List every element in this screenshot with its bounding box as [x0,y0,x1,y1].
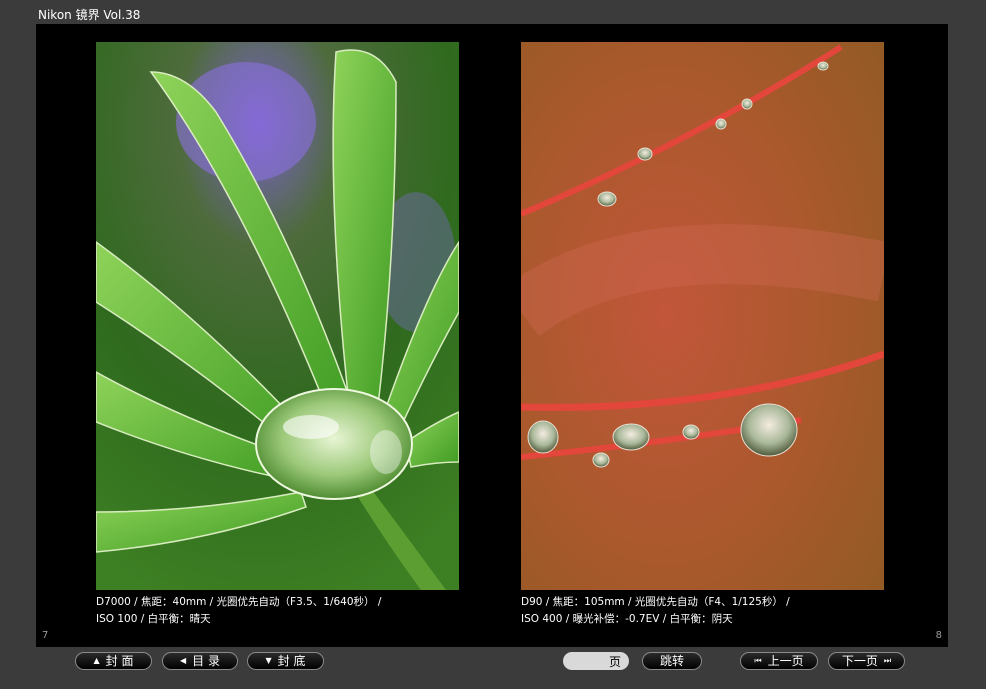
table-of-contents-button[interactable]: ◀ 目 录 [162,652,238,670]
next-page-label: 下一页 [841,654,878,668]
toc-button-label: 目 录 [192,654,220,668]
page-input-suffix: 页 [608,654,621,669]
triangle-down-icon: ▼ [265,656,272,665]
photo-leaf-waterdrop [96,42,459,590]
previous-page-button[interactable]: ⏮ 上一页 [740,652,818,670]
triangle-left-icon: ◀ [180,656,187,665]
goto-button-label: 跳转 [659,654,684,668]
triangle-up-icon: ▲ [93,656,100,665]
magazine-viewer: D7000 / 焦距：40mm / 光圈优先自动（F3.5、1/640秒） / … [36,24,948,647]
back-cover-button-label: 封 底 [277,654,306,668]
window-title: Nikon 镜界 Vol.38 [38,8,141,22]
cover-button-label: 封 面 [105,654,134,668]
back-cover-button[interactable]: ▼ 封 底 [247,652,324,670]
caption-right-line2: ISO 400 / 曝光补偿：-0.7EV / 白平衡：阴天 [521,613,733,625]
photo-red-stems-droplets [521,42,884,590]
navigation-toolbar: ▲ 封 面 ◀ 目 录 ▼ 封 底 页 跳转 ⏮ 上一页 下一页 ⏭ [0,650,986,674]
next-page-button[interactable]: 下一页 ⏭ [828,652,905,670]
caption-left-line2: ISO 100 / 白平衡：晴天 [96,613,211,625]
page-number-left: 7 [42,630,49,641]
caption-right-line1: D90 / 焦距：105mm / 光圈优先自动（F4、1/125秒） / [521,596,790,608]
page-number-right: 8 [935,630,942,641]
photo-caption-right: D90 / 焦距：105mm / 光圈优先自动（F4、1/125秒） / ISO… [521,594,790,628]
photo-caption-left: D7000 / 焦距：40mm / 光圈优先自动（F3.5、1/640秒） / … [96,594,381,628]
previous-page-label: 上一页 [767,654,804,668]
goto-page-button[interactable]: 跳转 [642,652,702,670]
cover-button[interactable]: ▲ 封 面 [75,652,152,670]
title-bar: Nikon 镜界 Vol.38 [0,0,986,24]
page-number-input[interactable]: 页 [563,652,629,670]
skip-forward-icon: ⏭ [883,656,892,665]
caption-left-line1: D7000 / 焦距：40mm / 光圈优先自动（F3.5、1/640秒） / [96,596,382,608]
skip-back-icon: ⏮ [754,656,762,665]
